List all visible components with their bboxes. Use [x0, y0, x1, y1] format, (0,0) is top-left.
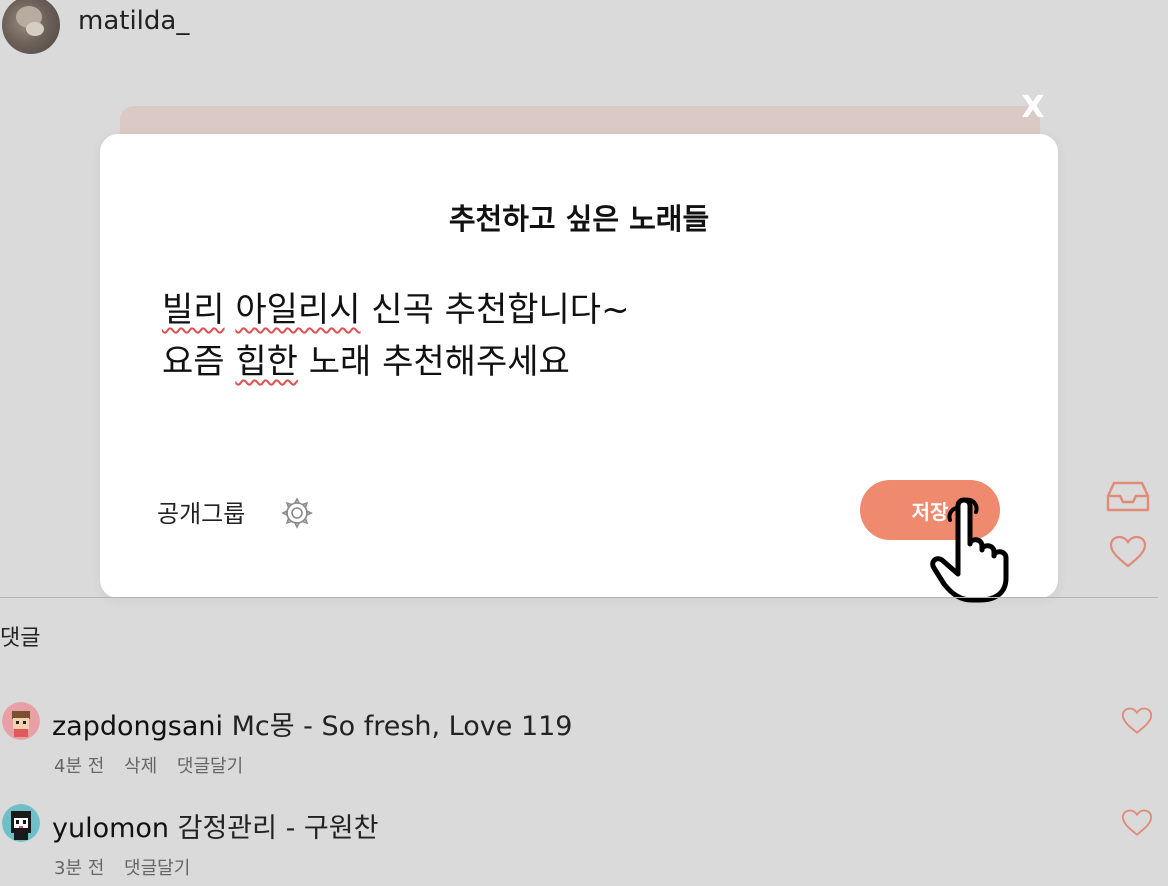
text-line-1: 빌리 아일리시 신곡 추천합니다~ — [162, 284, 982, 336]
section-divider — [0, 597, 1158, 598]
misspelled-word: 빌리 — [162, 290, 225, 330]
comment-username[interactable]: yulomon — [52, 813, 169, 844]
profile-avatar[interactable] — [2, 0, 60, 54]
comment-line: zapdongsani Mc몽 - So fresh, Love 119 — [52, 704, 572, 743]
hand-pointer-cursor-icon — [930, 497, 1009, 603]
profile-username[interactable]: matilda_ — [78, 6, 189, 36]
comment-like-heart-icon[interactable] — [1120, 808, 1154, 838]
avatar[interactable] — [2, 804, 40, 842]
post-text-area[interactable]: 빌리 아일리시 신곡 추천합니다~ 요즘 힙한 노래 추천해주세요 — [162, 284, 982, 388]
reply-link[interactable]: 댓글달기 — [177, 756, 243, 777]
text-fragment: 요즘 — [162, 342, 236, 382]
post-dialog: 추천하고 싶은 노래들 빌리 아일리시 신곡 추천합니다~ 요즘 힙한 노래 추… — [100, 134, 1058, 598]
page: matilda_ X 추천하고 싶은 노래들 빌리 아일리시 신곡 추천합니다~… — [0, 0, 1168, 886]
comment-item: yulomon 감정관리 - 구원찬 3분 전 댓글달기 — [0, 804, 1168, 886]
comment-meta: 3분 전 댓글달기 — [54, 854, 204, 880]
misspelled-word: 아일리시 — [235, 290, 361, 330]
comment-text: Mc몽 - So fresh, Love 119 — [223, 711, 573, 742]
delete-comment-link[interactable]: 삭제 — [124, 756, 157, 777]
comments-heading: 댓글 — [0, 626, 41, 651]
text-line-2: 요즘 힙한 노래 추천해주세요 — [162, 336, 982, 388]
comment-time: 3분 전 — [54, 858, 105, 879]
gear-icon[interactable] — [280, 496, 314, 530]
text-fragment: 신곡 추천합니다~ — [360, 290, 630, 330]
comment-item: zapdongsani Mc몽 - So fresh, Love 119 4분 … — [0, 702, 1168, 792]
comment-username[interactable]: zapdongsani — [52, 711, 223, 742]
comment-like-heart-icon[interactable] — [1120, 706, 1154, 736]
reply-link[interactable]: 댓글달기 — [124, 858, 190, 879]
close-button[interactable]: X — [1018, 88, 1048, 128]
inbox-icon[interactable] — [1106, 480, 1150, 514]
avatar[interactable] — [2, 702, 40, 740]
comment-meta: 4분 전 삭제 댓글달기 — [54, 752, 257, 778]
visibility-group-label[interactable]: 공개그룹 — [157, 494, 245, 529]
misspelled-word: 힙한 — [235, 342, 298, 382]
text-fragment — [225, 290, 236, 330]
like-heart-icon[interactable] — [1108, 534, 1148, 570]
dialog-title: 추천하고 싶은 노래들 — [448, 202, 710, 236]
text-fragment: 노래 추천해주세요 — [297, 342, 570, 382]
comment-text: 감정관리 - 구원찬 — [169, 813, 379, 844]
comment-line: yulomon 감정관리 - 구원찬 — [52, 806, 378, 845]
comment-time: 4분 전 — [54, 756, 105, 777]
